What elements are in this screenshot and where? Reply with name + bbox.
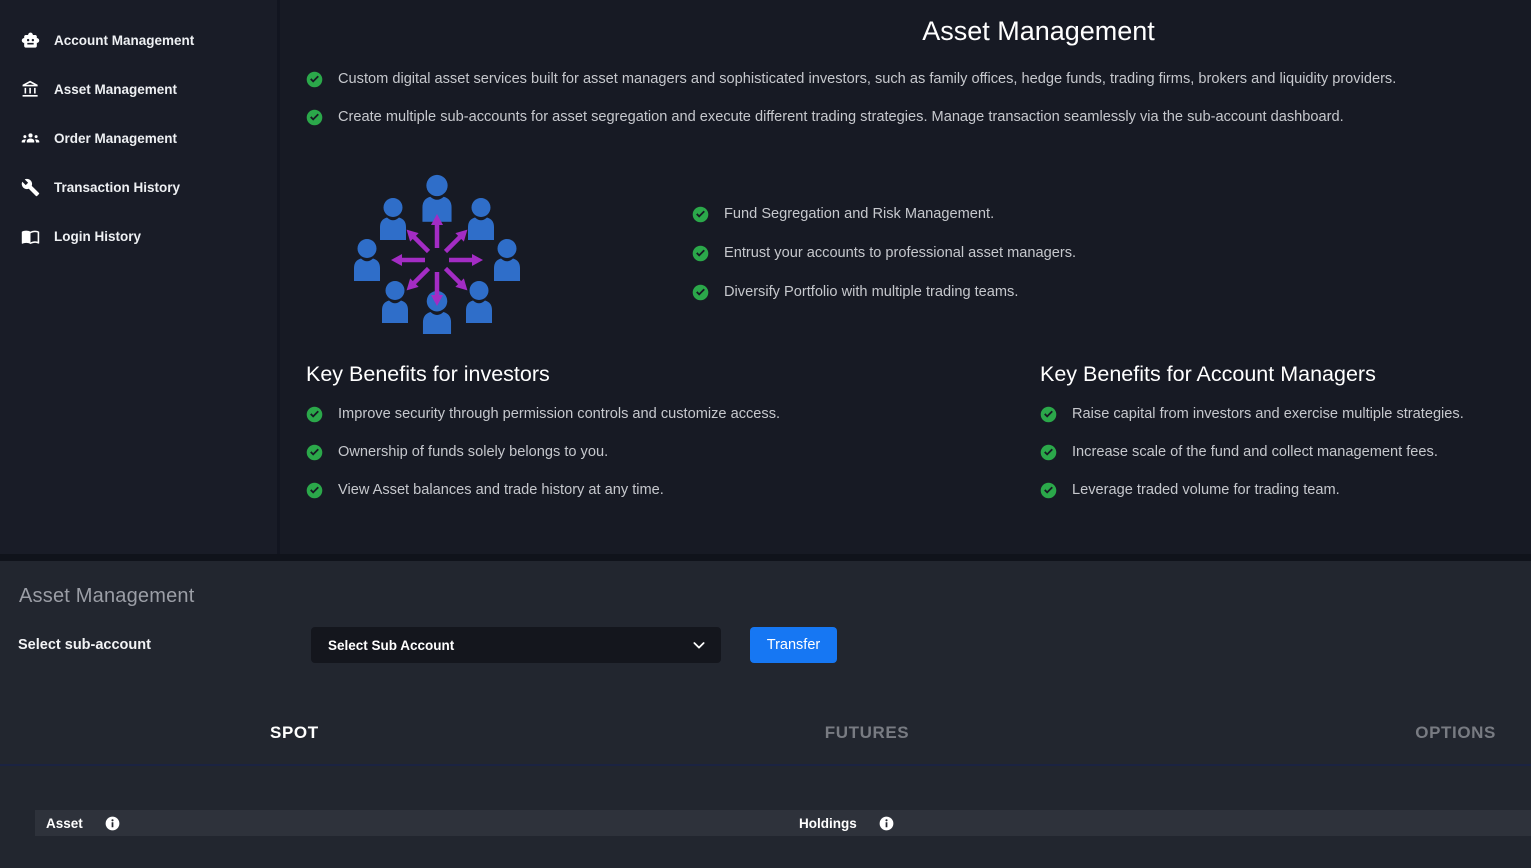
bullet-text: Increase scale of the fund and collect m… xyxy=(1072,441,1438,463)
wrench-icon xyxy=(21,178,40,197)
sub-account-select-value: Select Sub Account xyxy=(328,638,454,653)
main-content: Asset Management Custom digital asset se… xyxy=(280,0,1531,554)
check-icon xyxy=(306,482,323,499)
bullet-text: View Asset balances and trade history at… xyxy=(338,479,664,501)
sidebar-item-label: Transaction History xyxy=(54,180,180,195)
feature-bullet: Fund Segregation and Risk Management. xyxy=(692,203,1076,225)
bullet-text: Entrust your accounts to professional as… xyxy=(724,242,1076,264)
feature-bullet: Entrust your accounts to professional as… xyxy=(692,242,1076,264)
feature-points: Fund Segregation and Risk Management. En… xyxy=(692,203,1076,303)
sidebar-item-login-history[interactable]: Login History xyxy=(0,212,277,261)
check-icon xyxy=(692,284,709,301)
sidebar-item-asset-management[interactable]: Asset Management xyxy=(0,65,277,114)
robot-icon xyxy=(21,31,40,50)
feature-row: Fund Segregation and Risk Management. En… xyxy=(306,172,1531,334)
transfer-button[interactable]: Transfer xyxy=(750,627,837,663)
check-icon xyxy=(1040,444,1057,461)
sidebar-item-label: Order Management xyxy=(54,131,177,146)
check-icon xyxy=(306,444,323,461)
benefit-bullet: Ownership of funds solely belongs to you… xyxy=(306,441,1040,463)
column-label: Holdings xyxy=(799,816,857,831)
column-asset: Asset xyxy=(35,816,799,831)
check-icon xyxy=(692,245,709,262)
intro-points: Custom digital asset services built for … xyxy=(306,68,1531,128)
market-tabs: SPOT FUTURES OPTIONS xyxy=(270,723,1496,743)
book-icon xyxy=(21,227,40,246)
panel-title: Asset Management xyxy=(19,585,1531,608)
benefits-managers: Key Benefits for Account Managers Raise … xyxy=(1040,362,1464,517)
sidebar-item-account-management[interactable]: Account Management xyxy=(0,16,277,65)
asset-management-panel: Asset Management Select sub-account Sele… xyxy=(0,585,1531,868)
bullet-text: Improve security through permission cont… xyxy=(338,403,780,425)
people-network-illustration xyxy=(345,172,530,334)
bullet-text: Leverage traded volume for trading team. xyxy=(1072,479,1340,501)
benefit-bullet: Improve security through permission cont… xyxy=(306,403,1040,425)
info-icon[interactable] xyxy=(105,816,120,831)
sidebar-item-label: Account Management xyxy=(54,33,194,48)
sidebar: Account Management Asset Management Orde… xyxy=(0,0,280,554)
bank-icon xyxy=(21,80,40,99)
select-row: Select sub-account Select Sub Account Tr… xyxy=(0,627,1531,663)
bullet-text: Fund Segregation and Risk Management. xyxy=(724,203,994,225)
select-sub-account-label: Select sub-account xyxy=(18,637,311,653)
page-title: Asset Management xyxy=(306,16,1531,47)
benefits-investors-title: Key Benefits for investors xyxy=(306,362,1040,387)
check-icon xyxy=(306,406,323,423)
column-holdings: Holdings xyxy=(799,816,894,831)
benefits-managers-title: Key Benefits for Account Managers xyxy=(1040,362,1464,387)
bullet-text: Diversify Portfolio with multiple tradin… xyxy=(724,281,1018,303)
sidebar-item-transaction-history[interactable]: Transaction History xyxy=(0,163,277,212)
tab-divider xyxy=(0,764,1531,766)
check-icon xyxy=(306,71,323,88)
tab-futures[interactable]: FUTURES xyxy=(825,723,909,743)
benefit-bullet: Increase scale of the fund and collect m… xyxy=(1040,441,1464,463)
benefits-row: Key Benefits for investors Improve secur… xyxy=(306,362,1531,517)
tab-options[interactable]: OPTIONS xyxy=(1415,723,1496,743)
bullet-text: Custom digital asset services built for … xyxy=(338,68,1396,90)
column-label: Asset xyxy=(46,816,83,831)
info-icon[interactable] xyxy=(879,816,894,831)
intro-bullet: Custom digital asset services built for … xyxy=(306,68,1531,90)
top-region: Account Management Asset Management Orde… xyxy=(0,0,1531,561)
chevron-down-icon xyxy=(691,637,707,653)
benefit-bullet: Raise capital from investors and exercis… xyxy=(1040,403,1464,425)
holdings-table-header: Asset Holdings xyxy=(35,810,1531,836)
sub-account-select[interactable]: Select Sub Account xyxy=(311,627,721,663)
groups-icon xyxy=(21,129,40,148)
benefit-bullet: Leverage traded volume for trading team. xyxy=(1040,479,1464,501)
check-icon xyxy=(1040,482,1057,499)
benefits-investors: Key Benefits for investors Improve secur… xyxy=(306,362,1040,517)
sidebar-item-label: Asset Management xyxy=(54,82,177,97)
benefit-bullet: View Asset balances and trade history at… xyxy=(306,479,1040,501)
bullet-text: Raise capital from investors and exercis… xyxy=(1072,403,1464,425)
check-icon xyxy=(1040,406,1057,423)
sidebar-item-order-management[interactable]: Order Management xyxy=(0,114,277,163)
bullet-text: Create multiple sub-accounts for asset s… xyxy=(338,106,1344,128)
check-icon xyxy=(306,109,323,126)
feature-bullet: Diversify Portfolio with multiple tradin… xyxy=(692,281,1076,303)
tab-spot[interactable]: SPOT xyxy=(270,723,319,743)
check-icon xyxy=(692,206,709,223)
bullet-text: Ownership of funds solely belongs to you… xyxy=(338,441,608,463)
sidebar-item-label: Login History xyxy=(54,229,141,244)
intro-bullet: Create multiple sub-accounts for asset s… xyxy=(306,106,1531,128)
